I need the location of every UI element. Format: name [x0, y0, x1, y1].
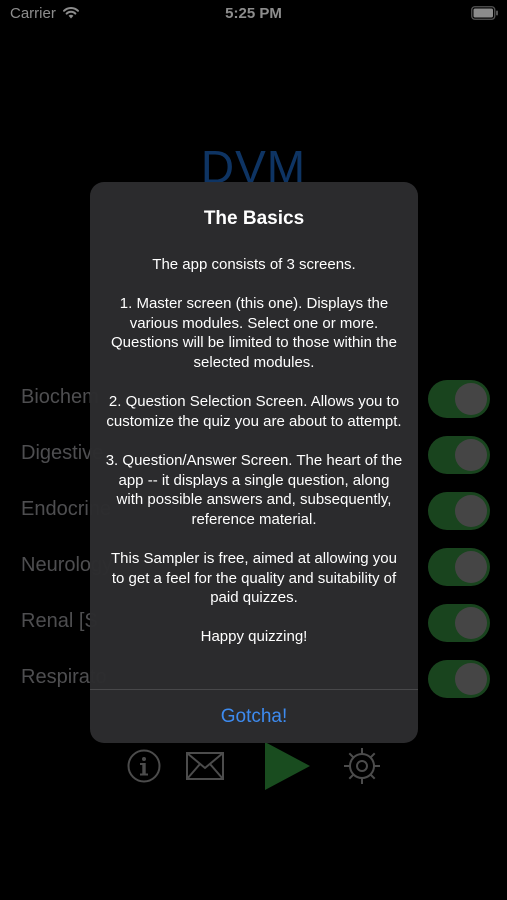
alert-paragraph: 3. Question/Answer Screen. The heart of … [105, 451, 403, 528]
basics-alert-dialog: The Basics The app consists of 3 screens… [90, 182, 418, 743]
alert-paragraph: This Sampler is free, aimed at allowing … [111, 549, 397, 607]
alert-paragraph: 1. Master screen (this one). Displays th… [111, 295, 397, 371]
gotcha-button[interactable]: Gotcha! [90, 690, 418, 743]
alert-paragraph: The app consists of 3 screens. [152, 256, 356, 273]
alert-message: The app consists of 3 screens. 1. Master… [104, 255, 404, 666]
alert-paragraph: Happy quizzing! [200, 628, 308, 646]
alert-title: The Basics [203, 208, 305, 229]
alert-paragraph: 2. Question Selection Screen. Allows you… [106, 393, 402, 430]
